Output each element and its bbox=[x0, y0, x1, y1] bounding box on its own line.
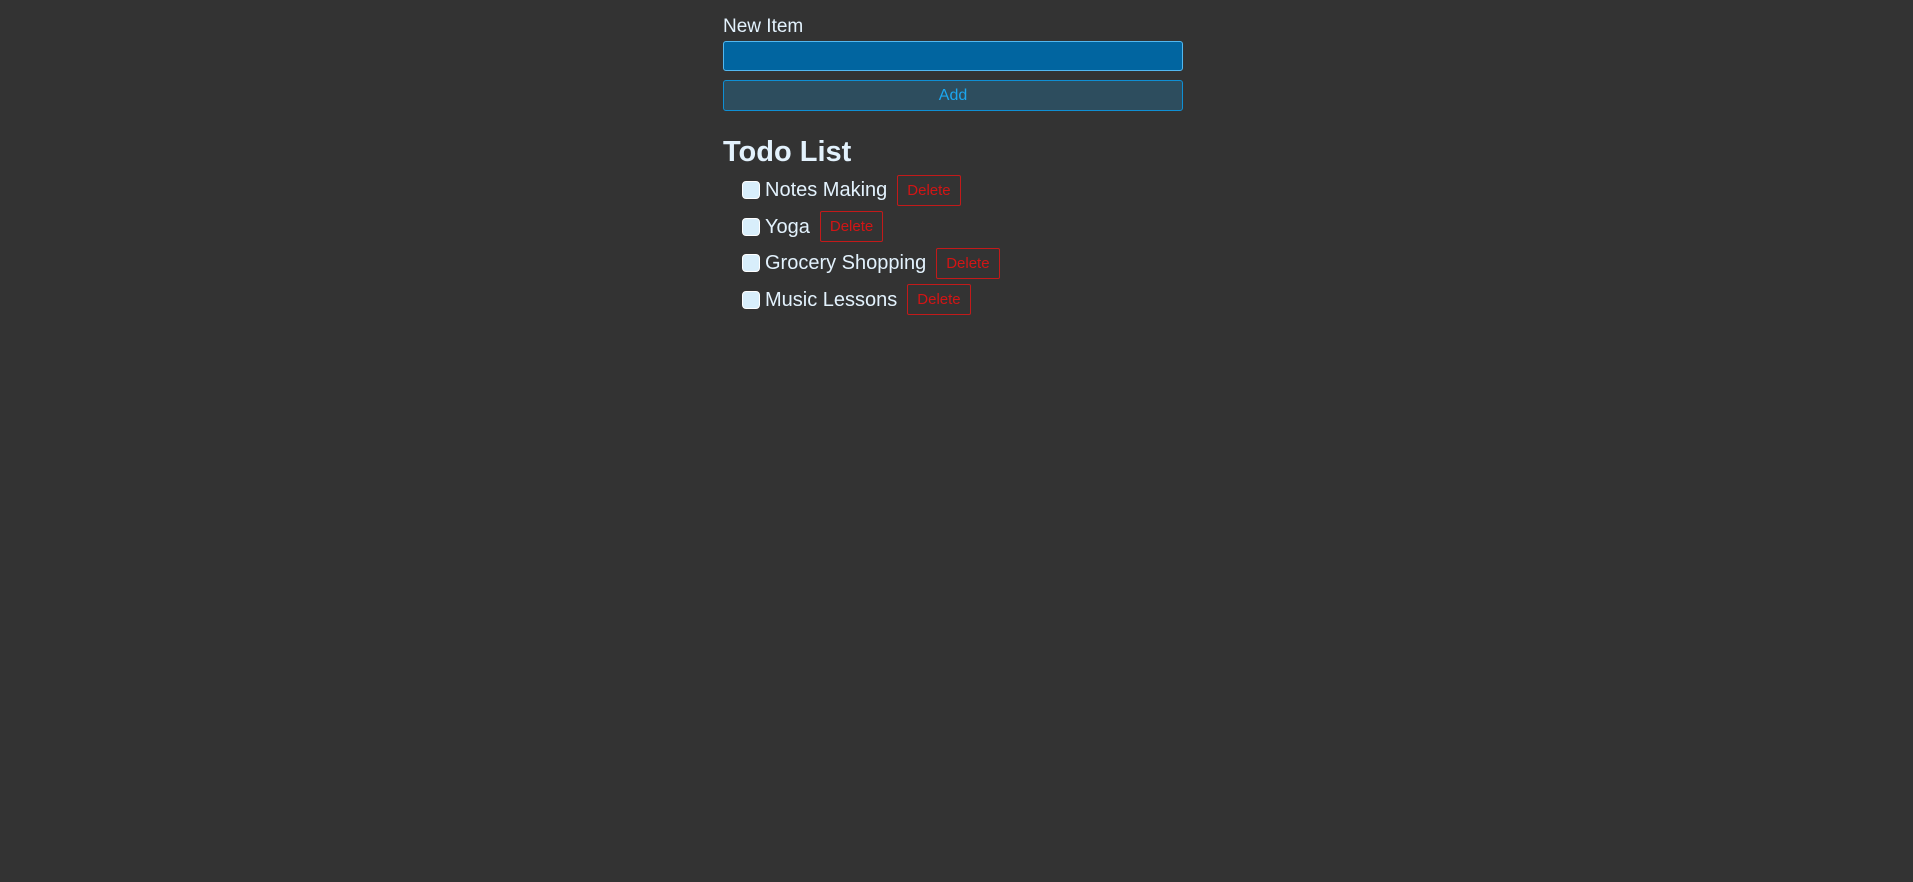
todo-checkbox[interactable] bbox=[742, 254, 760, 273]
delete-button[interactable]: Delete bbox=[897, 174, 961, 206]
todo-item: Music Lessons Delete bbox=[742, 282, 1183, 319]
todo-item-text: Music Lessons bbox=[765, 288, 898, 311]
todo-item-text: Grocery Shopping bbox=[765, 252, 927, 275]
todo-app: New Item Add Todo List Notes Making Dele… bbox=[723, 14, 1183, 318]
todo-item: Yoga Delete bbox=[742, 209, 1183, 246]
add-button[interactable]: Add bbox=[723, 80, 1183, 111]
todo-checkbox[interactable] bbox=[742, 181, 760, 200]
todo-item: Grocery Shopping Delete bbox=[742, 245, 1183, 282]
new-item-input[interactable] bbox=[723, 41, 1183, 71]
todo-item-text: Notes Making bbox=[765, 179, 888, 202]
todo-item: Notes Making Delete bbox=[742, 172, 1183, 209]
delete-button[interactable]: Delete bbox=[936, 247, 1000, 279]
new-item-form: New Item Add bbox=[723, 14, 1183, 111]
list-title: Todo List bbox=[723, 136, 852, 168]
todo-checkbox[interactable] bbox=[742, 290, 760, 309]
delete-button[interactable]: Delete bbox=[907, 284, 971, 316]
todo-checkbox[interactable] bbox=[742, 217, 760, 236]
new-item-label: New Item bbox=[723, 16, 804, 37]
todo-item-text: Yoga bbox=[765, 215, 810, 238]
delete-button[interactable]: Delete bbox=[819, 211, 884, 243]
todo-list: Notes Making Delete Yoga Delete Grocery … bbox=[723, 172, 1183, 318]
